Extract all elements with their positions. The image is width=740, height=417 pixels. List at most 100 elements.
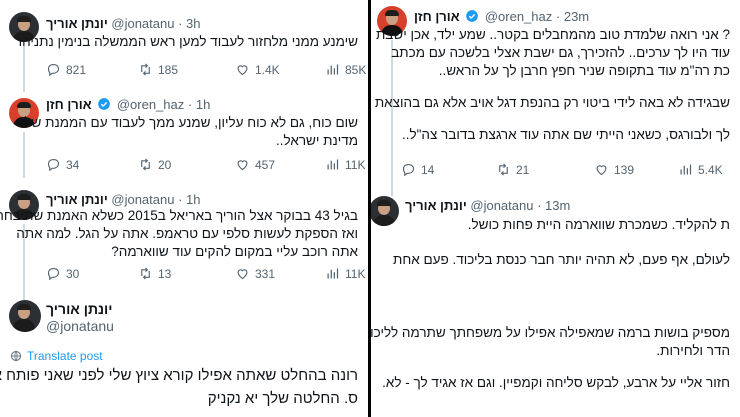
tweet[interactable]: יונתן אוריך @jonatanu · 1h בגיל 43 בבוקר… [0, 178, 368, 300]
avatar[interactable] [371, 196, 399, 226]
author-handle[interactable]: @jonatanu [111, 192, 174, 207]
retweet-button[interactable]: 20 [138, 157, 171, 172]
author-handle[interactable]: @jonatanu [111, 16, 174, 31]
tweet-time[interactable]: 13m [545, 198, 570, 213]
like-button[interactable]: 1.4K [235, 62, 280, 77]
retweet-count: 185 [158, 62, 179, 77]
retweet-button[interactable]: 13 [138, 266, 171, 281]
views-icon [327, 159, 339, 170]
author-handle[interactable]: @oren_haz [117, 97, 184, 112]
views-count: 11K [345, 157, 366, 172]
heart-icon [237, 160, 248, 171]
reply-icon [47, 267, 60, 281]
translate-post-link[interactable]: Translate post [10, 349, 103, 363]
views-icon [327, 64, 339, 75]
author-name[interactable]: אורן חזן [414, 9, 460, 24]
tweet-text-line: הדר ולחירות. [656, 343, 730, 358]
author-handle[interactable]: @oren_haz [485, 9, 552, 24]
retweet-count: 21 [516, 162, 530, 177]
author-name[interactable]: יונתן אוריך [46, 16, 108, 31]
like-button[interactable]: 139 [594, 162, 634, 177]
tweet-text-line: ת להקליד. כשמכרת שווארמה היית פחות כושל. [467, 217, 730, 232]
retweet-icon [141, 267, 150, 280]
action-bar: 30 13 331 11K [0, 266, 368, 282]
reply-button[interactable]: 34 [46, 157, 79, 172]
tweet-text-line: ? אני רואה שלמדת טוב מהמחבלים בקטר.. שמע… [375, 27, 730, 42]
views-icon [327, 268, 339, 279]
reply-button[interactable]: 821 [46, 62, 86, 77]
tweet-text-line: אתה רוכב עליי במקום להקים עוד שווארמה? [111, 244, 358, 259]
avatar[interactable] [9, 300, 41, 332]
reply-button[interactable]: 30 [46, 266, 79, 281]
retweet-icon [141, 158, 150, 171]
reply-icon [47, 63, 60, 77]
retweet-icon [499, 163, 508, 176]
views-button[interactable]: 85K [325, 62, 366, 77]
tweet-text-line: ס. החלטה שלך יא נקניק [207, 390, 358, 407]
tweet-text-line: שבגידה לא באה לידי ביטוי רק בהנפת דגל או… [374, 95, 730, 110]
like-count: 139 [614, 162, 635, 177]
reply-icon [47, 158, 60, 172]
reply-count: 30 [66, 266, 80, 281]
author-handle[interactable]: @jonatanu [470, 198, 533, 213]
author-name[interactable]: יונתן אוריך [46, 192, 108, 207]
translate-post-label[interactable]: Translate post [27, 349, 103, 363]
views-button[interactable]: 5.4K [678, 162, 723, 177]
action-bar: 821 185 1.4K 85K [0, 62, 368, 78]
heart-icon [596, 165, 607, 176]
verified-badge-icon [98, 98, 111, 110]
tweet[interactable]: יונתן אוריך @jonatanu · 13m ת להקליד. כש… [371, 188, 740, 417]
tweet-text-line: מספיק בושות ברמה שמאפילה אפילו על משפחתך… [371, 325, 730, 340]
reply-count: 34 [66, 157, 80, 172]
retweet-count: 13 [158, 266, 172, 281]
tweet-time[interactable]: 1h [186, 192, 200, 207]
tweet-text-line: מדינת ישראל.. [275, 133, 358, 148]
tweet-text-line: עוד היו לך ערכים.. להזכירך, גם ישבת אצלי… [391, 45, 730, 60]
left-thread-panel: יונתן אוריך @jonatanu · 3h שימנע ממני מל… [0, 0, 368, 417]
tweet-text: שימנע ממני מלחזור לעבוד למען ראש הממשלה … [18, 34, 358, 49]
author-handle[interactable]: @jonatanu [46, 318, 114, 334]
views-button[interactable]: 11K [325, 157, 365, 172]
reply-icon [402, 163, 415, 177]
tweet-text-line: בגיל 43 בבוקר אצל הוריך באריאל ב2015 כשל… [0, 208, 358, 223]
reply-count: 14 [421, 162, 435, 177]
tweet-time[interactable]: 3h [186, 16, 200, 31]
tweet-time[interactable]: 1h [196, 97, 210, 112]
tweet-header: יונתן אוריך @jonatanu · 1h [46, 192, 201, 207]
tweet-text-line: כת רה"מ עוד בתקופה שניר חפץ חרבן לך על ה… [438, 63, 730, 78]
views-count: 11K [345, 266, 366, 281]
verified-badge-icon [466, 10, 479, 22]
tweet-time[interactable]: 23m [564, 9, 589, 24]
like-button[interactable]: 457 [235, 157, 275, 172]
tweet[interactable]: אורן חזן @oren_haz · 23m ? אני רואה שלמד… [371, 0, 740, 196]
tweet-text-line: לך ולבורגס, כשאני הייתי שם אתה עוד ארגצת… [401, 127, 730, 142]
views-button[interactable]: 11K [325, 266, 365, 281]
views-count: 5.4K [698, 162, 723, 177]
tweet-header: אורן חזן @oren_haz · 1h [46, 97, 211, 112]
action-bar: 34 20 457 11K [0, 157, 368, 173]
tweet-header: יונתן אוריך @jonatanu · 3h [46, 16, 201, 31]
globe-icon [11, 351, 21, 361]
focused-tweet[interactable]: יונתן אוריך @jonatanu Translate post רונ… [0, 290, 368, 417]
tweet-header: אורן חזן @oren_haz · 23m [414, 9, 590, 24]
reply-button[interactable]: 14 [401, 162, 434, 177]
heart-icon [237, 65, 248, 76]
author-name[interactable]: יונתן אוריך [405, 198, 467, 213]
tweet-text-line: שום כוח, גם לא כוח עליון, שמנע ממך לעבוד… [24, 115, 358, 130]
like-button[interactable]: 331 [235, 266, 275, 281]
tweet[interactable]: אורן חזן @oren_haz · 1h שום כוח, גם לא כ… [0, 88, 368, 178]
author-name[interactable]: אורן חזן [46, 97, 92, 112]
retweet-button[interactable]: 21 [496, 162, 529, 177]
tweet-text-line: חזור אליי על ארבע, לבקש סליחה וקמפיין. ו… [382, 375, 730, 390]
like-count: 457 [255, 157, 276, 172]
right-thread-panel: אורן חזן @oren_haz · 23m ? אני רואה שלמד… [371, 0, 740, 417]
retweet-button[interactable]: 185 [138, 62, 178, 77]
tweet-text-line: ואז הספקת לעשות סלפי עם טראמפ. אתה על הג… [16, 226, 358, 241]
views-count: 85K [345, 62, 367, 77]
author-name[interactable]: יונתן אוריך [46, 301, 113, 317]
retweet-icon [141, 63, 150, 76]
like-count: 1.4K [255, 62, 280, 77]
tweet[interactable]: יונתן אוריך @jonatanu · 3h שימנע ממני מל… [0, 0, 368, 92]
like-count: 331 [255, 266, 276, 281]
action-bar: 14 21 139 5.4K [371, 162, 740, 178]
